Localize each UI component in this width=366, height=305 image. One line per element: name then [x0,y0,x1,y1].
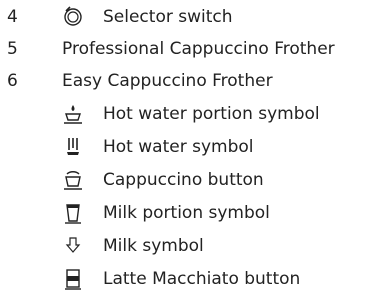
item-number: 5 [7,39,18,59]
item-number: 4 [7,7,18,27]
hot-water-portion-icon [62,101,82,127]
milk-icon [62,233,82,259]
milk-portion-icon [62,200,82,226]
subitem-label: Cappuccino button [103,170,264,190]
item-label: Professional Cappuccino Frother [62,39,335,59]
item-label: Selector switch [103,7,233,27]
item-label: Easy Cappuccino Frother [62,71,273,91]
latte-macchiato-icon [62,266,82,292]
subitem-label: Milk symbol [103,236,204,256]
subitem-label: Latte Macchiato button [103,269,301,289]
item-number: 6 [7,71,18,91]
selector-switch-icon [62,4,82,30]
subitem-label: Hot water symbol [103,137,254,157]
cappuccino-icon [62,167,82,193]
subitem-label: Hot water portion symbol [103,104,320,124]
subitem-label: Milk portion symbol [103,203,270,223]
hot-water-icon [62,134,82,160]
